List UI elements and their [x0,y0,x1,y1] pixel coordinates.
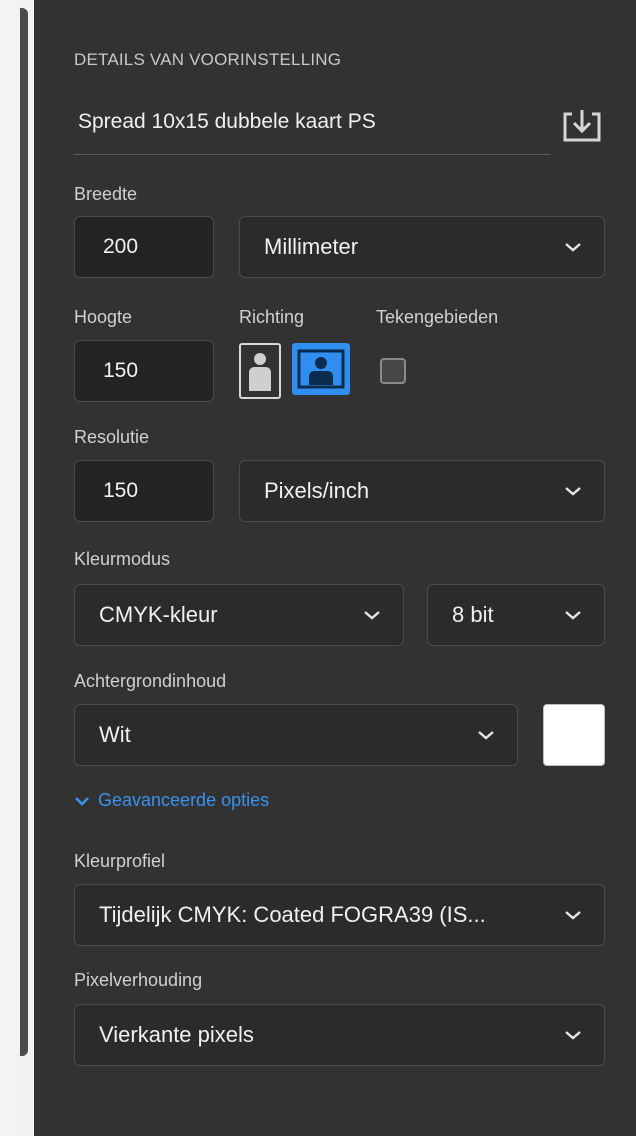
bit-depth-select[interactable]: 8 bit [427,584,605,646]
outer-background [0,0,20,1136]
color-mode-select[interactable]: CMYK-kleur [74,584,404,646]
chevron-down-icon [565,1031,581,1040]
color-mode-value: CMYK-kleur [99,602,218,627]
width-label: Breedte [74,184,138,204]
chevron-down-icon [565,487,581,496]
artboards-checkbox[interactable] [380,358,406,384]
portrait-person-icon [249,353,271,391]
width-unit-value: Millimeter [264,234,359,259]
resolution-input[interactable]: 150 [74,460,214,522]
orientation-label: Richting [239,307,305,327]
landscape-person-icon [297,349,345,389]
background-contents-select[interactable]: Wit [74,704,518,766]
color-profile-select[interactable]: Tijdelijk CMYK: Coated FOGRA39 (IS... [74,884,605,946]
resolution-label: Resolutie [74,427,150,447]
section-title: DETAILS VAN VOORINSTELLING [74,50,342,69]
portrait-orientation-button[interactable] [239,343,281,399]
advanced-options-label: Geavanceerde opties [98,790,270,810]
resolution-unit-select[interactable]: Pixels/inch [239,460,605,522]
bit-depth-value: 8 bit [452,602,494,627]
background-label: Achtergrondinhoud [74,671,227,691]
chevron-down-icon [565,243,581,252]
chevron-down-icon [565,611,581,620]
background-color-swatch[interactable] [543,704,605,766]
landscape-orientation-button[interactable] [292,343,350,395]
chevron-down-icon [364,611,380,620]
height-value: 150 [103,359,139,382]
pixel-aspect-label: Pixelverhouding [74,970,203,990]
pixel-aspect-select[interactable]: Vierkante pixels [74,1004,605,1066]
chevron-down-icon [75,796,89,806]
artboards-label: Tekengebieden [376,307,499,327]
height-label: Hoogte [74,307,133,327]
chevron-down-icon [565,911,581,920]
width-unit-select[interactable]: Millimeter [239,216,605,278]
color-mode-label: Kleurmodus [74,549,171,569]
resolution-value: 150 [103,479,139,502]
height-input[interactable]: 150 [74,340,214,402]
width-value: 200 [103,235,139,258]
panel-scroll-edge [20,8,28,1056]
preset-details-panel: DETAILS VAN VOORINSTELLING Spread 10x15 … [34,0,636,1136]
preset-name-field[interactable]: Spread 10x15 dubbele kaart PS [78,110,376,134]
preset-name-underline [74,154,550,155]
color-profile-value: Tijdelijk CMYK: Coated FOGRA39 (IS... [99,902,486,927]
resolution-unit-value: Pixels/inch [264,478,370,503]
color-profile-label: Kleurprofiel [74,851,166,871]
chevron-down-icon [478,731,494,740]
background-value: Wit [99,722,131,747]
advanced-options-toggle[interactable]: Geavanceerde opties [74,790,269,811]
save-preset-icon[interactable] [560,106,604,146]
width-input[interactable]: 200 [74,216,214,278]
pixel-aspect-value: Vierkante pixels [99,1022,254,1047]
